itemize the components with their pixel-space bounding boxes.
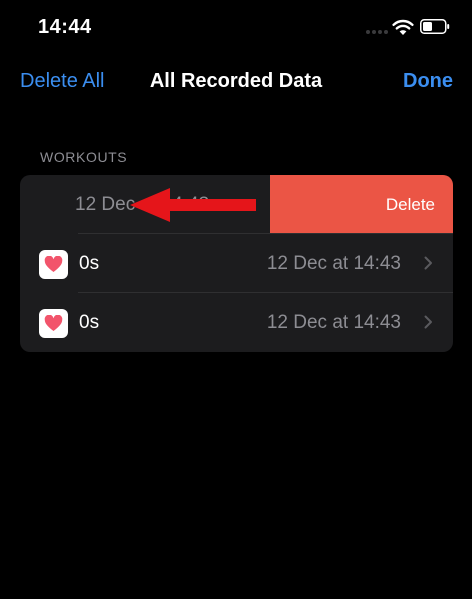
chevron-right-icon [424, 256, 432, 270]
workout-row[interactable]: 0s 12 Dec at 14:43 [20, 234, 453, 293]
delete-button[interactable]: Delete [270, 175, 453, 234]
status-bar: 14:44 [0, 0, 472, 56]
workouts-list: 12 Dec at 14:43 Delete 0s 12 Dec at 14:4… [20, 175, 453, 352]
delete-all-button[interactable]: Delete All [20, 70, 105, 93]
workout-date: 12 Dec at 14:43 [266, 253, 401, 274]
navigation-bar: Delete All All Recorded Data Done [0, 60, 472, 104]
section-header-workouts: WORKOUTS [40, 149, 128, 165]
workout-row[interactable]: 0s 12 Dec at 14:43 [20, 293, 453, 352]
battery-icon [420, 19, 450, 34]
done-button[interactable]: Done [403, 70, 453, 93]
swiped-row-content[interactable]: 12 Dec at 14:43 [20, 175, 270, 234]
cellular-signal-icon [366, 30, 388, 34]
delete-button-label: Delete [385, 195, 435, 214]
workout-duration: 0s [79, 253, 100, 274]
heart-icon [39, 309, 68, 338]
wifi-icon [392, 19, 414, 35]
workout-date: 12 Dec at 14:43 [75, 194, 210, 215]
heart-icon [39, 250, 68, 279]
workout-row-swiped[interactable]: 12 Dec at 14:43 Delete [20, 175, 453, 234]
workout-date: 12 Dec at 14:43 [266, 312, 401, 333]
chevron-right-icon [424, 315, 432, 329]
workout-duration: 0s [79, 312, 100, 333]
status-time: 14:44 [38, 16, 92, 38]
